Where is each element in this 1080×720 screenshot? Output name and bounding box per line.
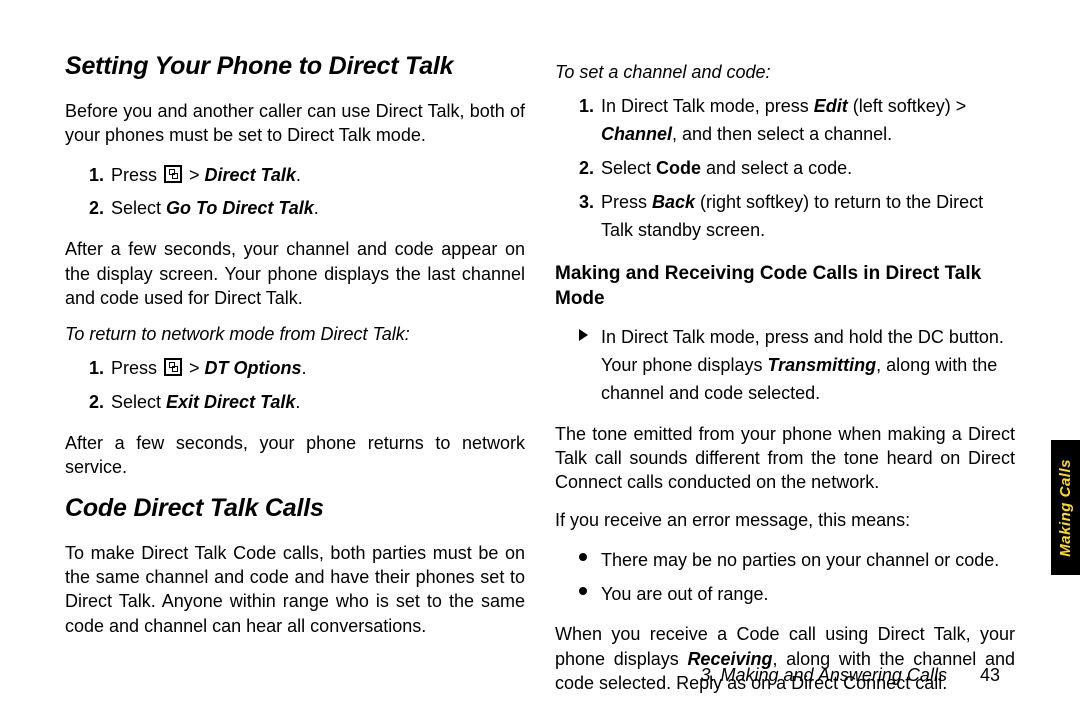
paragraph: To make Direct Talk Code calls, both par…: [65, 541, 525, 638]
command: Back: [652, 192, 695, 212]
heading-code-calls: Code Direct Talk Calls: [65, 494, 525, 523]
page-number: 43: [980, 665, 1000, 685]
command: Direct Talk: [205, 165, 296, 185]
subheading: To return to network mode from Direct Ta…: [65, 324, 525, 345]
text: Press: [111, 358, 162, 378]
paragraph: After a few seconds, your channel and co…: [65, 237, 525, 310]
text: Select: [601, 158, 656, 178]
list-item: You are out of range.: [579, 581, 1015, 609]
text: There may be no parties on your channel …: [601, 550, 999, 570]
subheading: To set a channel and code:: [555, 62, 1015, 83]
page-footer: 3. Making and Answering Calls 43: [700, 665, 1000, 686]
round-bullet-icon: [579, 553, 587, 561]
left-column: Setting Your Phone to Direct Talk Before…: [65, 40, 525, 709]
list-item: 1. Press > DT Options.: [89, 355, 525, 383]
command: Exit Direct Talk: [166, 392, 295, 412]
paragraph: Before you and another caller can use Di…: [65, 99, 525, 148]
round-bullet-icon: [579, 587, 587, 595]
command: Edit: [814, 96, 848, 116]
text: You are out of range.: [601, 584, 768, 604]
command: DT Options: [205, 358, 302, 378]
list-item: In Direct Talk mode, press and hold the …: [579, 324, 1015, 408]
list-item: 1. Press > Direct Talk.: [89, 162, 525, 190]
bullet-list-transmitting: In Direct Talk mode, press and hold the …: [579, 324, 1015, 408]
section-tab-label: Making Calls: [1057, 459, 1074, 557]
steps-set-channel-code: 1. In Direct Talk mode, press Edit (left…: [579, 93, 1015, 244]
text: Select: [111, 392, 166, 412]
text: (left softkey) >: [848, 96, 967, 116]
subheading-bold: Making and Receiving Code Calls in Direc…: [555, 262, 1015, 311]
text: >: [184, 358, 200, 378]
right-column: To set a channel and code: 1. In Direct …: [555, 40, 1015, 709]
command: Transmitting: [767, 355, 876, 375]
section-tab: Making Calls: [1051, 440, 1080, 575]
text: Select: [111, 198, 166, 218]
command: Channel: [601, 124, 672, 144]
list-item: 3. Press Back (right softkey) to return …: [579, 189, 1015, 245]
footer-section: 3. Making and Answering Calls: [700, 665, 946, 685]
text: Press: [601, 192, 652, 212]
list-item: 2. Select Exit Direct Talk.: [89, 389, 525, 417]
text: Press: [111, 165, 162, 185]
heading-setting-direct-talk: Setting Your Phone to Direct Talk: [65, 52, 525, 81]
text: and select a code.: [701, 158, 852, 178]
paragraph: If you receive an error message, this me…: [555, 508, 1015, 532]
steps-enter-direct-talk: 1. Press > Direct Talk. 2. Select Go To …: [89, 162, 525, 224]
triangle-bullet-icon: [579, 329, 588, 341]
menu-icon: [164, 358, 182, 376]
list-item: 2. Select Go To Direct Talk.: [89, 195, 525, 223]
page: Setting Your Phone to Direct Talk Before…: [0, 0, 1080, 720]
menu-icon: [164, 165, 182, 183]
paragraph: After a few seconds, your phone returns …: [65, 431, 525, 480]
bullet-list-errors: There may be no parties on your channel …: [579, 547, 1015, 609]
text: , and then select a channel.: [672, 124, 892, 144]
command: Go To Direct Talk: [166, 198, 314, 218]
list-item: 2. Select Code and select a code.: [579, 155, 1015, 183]
paragraph: The tone emitted from your phone when ma…: [555, 422, 1015, 495]
command: Code: [656, 158, 701, 178]
text: >: [184, 165, 200, 185]
text: In Direct Talk mode, press: [601, 96, 814, 116]
list-item: There may be no parties on your channel …: [579, 547, 1015, 575]
steps-return-network: 1. Press > DT Options. 2. Select Exit Di…: [89, 355, 525, 417]
list-item: 1. In Direct Talk mode, press Edit (left…: [579, 93, 1015, 149]
two-column-layout: Setting Your Phone to Direct Talk Before…: [65, 40, 1020, 709]
